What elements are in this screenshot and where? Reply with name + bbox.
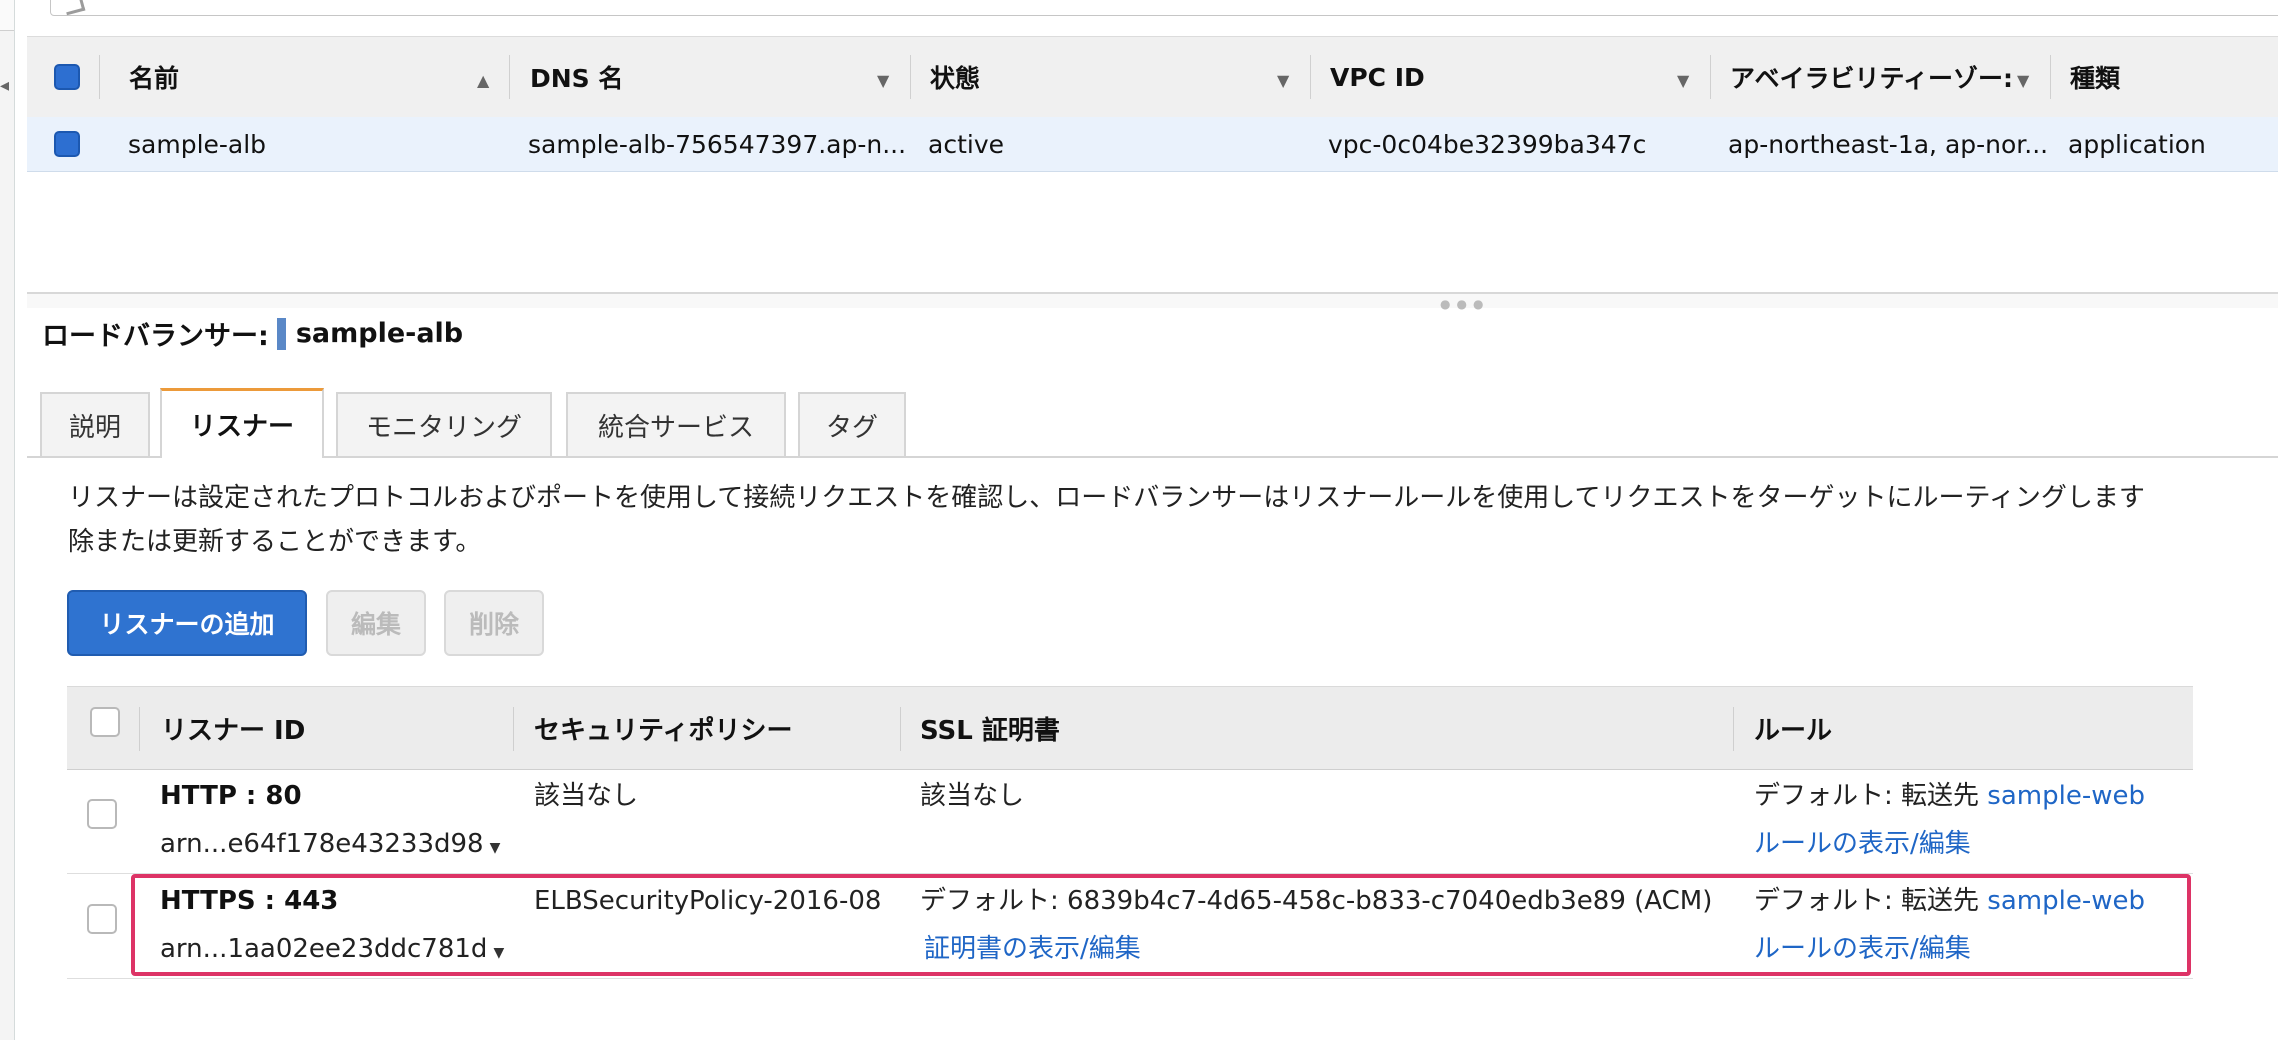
listener-arn[interactable]: arn...e64f178e43233d98 ▼	[160, 827, 500, 865]
listener-table-header: リスナー ID セキュリティポリシー SSL 証明書 ルール	[67, 686, 2193, 770]
column-divider	[99, 55, 100, 99]
column-divider	[900, 707, 901, 751]
chevron-down-icon[interactable]: ▼	[490, 840, 501, 856]
row-state: active	[928, 129, 1004, 159]
search-filter-input[interactable]	[50, 0, 2278, 16]
column-header-state[interactable]: 状態	[930, 37, 980, 117]
row-name: sample-alb	[128, 129, 267, 159]
left-panel-strip	[0, 0, 15, 1040]
row-vpc: vpc-0c04be32399ba347c	[1328, 129, 1647, 159]
row-checkbox[interactable]	[54, 131, 80, 157]
column-header-listener-id: リスナー ID	[161, 715, 306, 746]
sort-asc-icon[interactable]: ▲	[477, 71, 489, 90]
column-divider	[2050, 55, 2051, 99]
sort-desc-icon[interactable]: ▼	[877, 71, 889, 90]
panel-splitter[interactable]	[27, 292, 2278, 308]
column-divider	[1310, 55, 1311, 99]
column-header-name[interactable]: 名前	[129, 37, 179, 117]
listener-policy: 該当なし	[534, 781, 639, 811]
column-divider	[513, 707, 514, 751]
edit-button[interactable]: 編集	[326, 590, 426, 656]
column-divider	[139, 707, 140, 751]
highlight-annotation	[131, 874, 2191, 976]
column-divider	[1710, 55, 1711, 99]
sort-desc-icon[interactable]: ▼	[1277, 71, 1289, 90]
column-header-type[interactable]: 種類	[2070, 37, 2120, 117]
load-balancer-table-header: 名前 ▲ DNS 名 ▼ 状態 ▼ VPC ID ▼ アベイラビリティーゾー: …	[27, 36, 2278, 118]
left-panel-box	[0, 0, 14, 31]
column-header-security-policy: セキュリティポリシー	[534, 715, 793, 746]
row-az: ap-northeast-1a, ap-nor...	[1728, 129, 2049, 159]
column-header-ssl-cert: SSL 証明書	[920, 715, 1060, 746]
sort-desc-icon[interactable]: ▼	[1677, 71, 1689, 90]
listener-rule: デフォルト: 転送先 sample-web	[1754, 779, 2145, 813]
listener-row-checkbox[interactable]	[87, 904, 117, 934]
search-icon	[63, 0, 86, 16]
tab-description[interactable]: 説明	[40, 392, 150, 456]
tabs-baseline	[27, 456, 2278, 458]
listener-row-checkbox[interactable]	[87, 799, 117, 829]
title-marker	[276, 317, 286, 350]
listener-description: リスナーは設定されたプロトコルおよびポートを使用して接続リクエストを確認し、ロー…	[68, 476, 2278, 564]
description-line-1: リスナーは設定されたプロトコルおよびポートを使用して接続リクエストを確認し、ロー…	[68, 483, 2145, 513]
listener-arn-text: arn...e64f178e43233d98	[160, 829, 484, 859]
view-edit-rules-link[interactable]: ルールの表示/編集	[1754, 827, 1971, 861]
sort-desc-icon[interactable]: ▼	[2017, 71, 2029, 90]
listener-protocol: HTTP : 80	[160, 781, 302, 811]
tab-monitoring[interactable]: モニタリング	[336, 392, 552, 456]
column-divider	[1733, 707, 1734, 751]
description-line-2: 除または更新することができます。	[68, 527, 482, 557]
add-listener-button[interactable]: リスナーの追加	[67, 590, 307, 656]
column-divider	[910, 55, 911, 99]
column-divider	[509, 55, 510, 99]
target-group-link[interactable]: sample-web	[1987, 781, 2145, 811]
tab-integrated-services[interactable]: 統合サービス	[566, 392, 786, 456]
select-all-checkbox[interactable]	[54, 64, 80, 90]
details-title: ロードバランサー: sample-alb	[42, 314, 463, 353]
column-header-vpc[interactable]: VPC ID	[1330, 37, 1425, 117]
table-row[interactable]: sample-alb sample-alb-756547397.ap-n... …	[27, 117, 2278, 172]
listener-cert: 該当なし	[920, 781, 1025, 811]
tab-listeners[interactable]: リスナー	[160, 388, 324, 458]
table-row[interactable]: HTTP : 80 arn...e64f178e43233d98 ▼ 該当なし 該…	[67, 769, 2193, 874]
rule-prefix: デフォルト: 転送先	[1754, 781, 1980, 811]
select-all-listeners-checkbox[interactable]	[90, 707, 120, 737]
details-title-label: ロードバランサー:	[42, 321, 269, 352]
row-type: application	[2068, 129, 2206, 159]
row-dns: sample-alb-756547397.ap-n...	[528, 129, 907, 159]
delete-button[interactable]: 削除	[444, 590, 544, 656]
column-header-rules: ルール	[1754, 715, 1833, 746]
splitter-handle-icon[interactable]: ●●●	[1440, 297, 1489, 311]
tab-tags[interactable]: タグ	[798, 392, 906, 456]
details-title-value: sample-alb	[295, 318, 464, 349]
column-header-dns[interactable]: DNS 名	[530, 37, 623, 117]
collapse-arrow-icon[interactable]: ◂	[0, 76, 9, 96]
column-header-az[interactable]: アベイラビリティーゾー:	[1730, 37, 2013, 117]
